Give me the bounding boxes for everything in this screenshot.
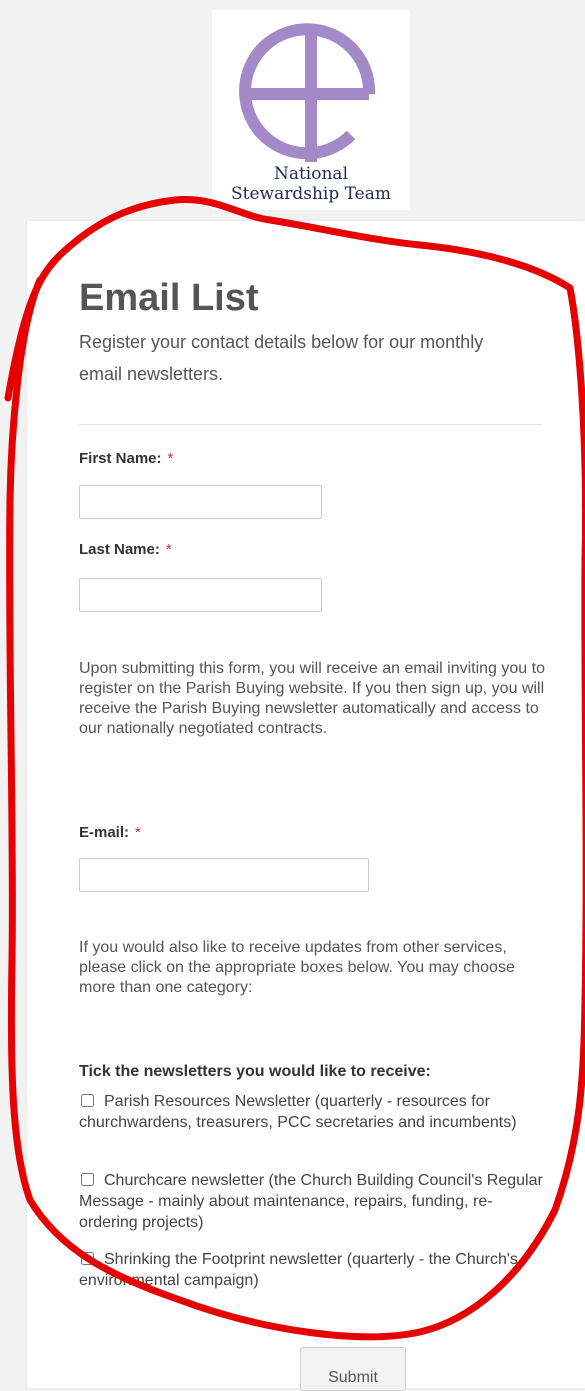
last-name-input[interactable]: [79, 578, 322, 612]
email-label: E-mail: *: [79, 824, 141, 841]
first-name-label: First Name: *: [79, 450, 173, 467]
logo-line-2: Stewardship Team: [231, 184, 391, 204]
newsletter-option-parish-resources[interactable]: Parish Resources Newsletter (quarterly -…: [79, 1091, 549, 1133]
parish-resources-checkbox[interactable]: [81, 1094, 94, 1107]
submit-button[interactable]: Submit: [300, 1347, 406, 1391]
info-text: Upon submitting this form, you will rece…: [79, 660, 545, 737]
newsletter-option-shrinking-footprint[interactable]: Shrinking the Footprint newsletter (quar…: [79, 1249, 549, 1291]
newsletter-option-label: Shrinking the Footprint newsletter (quar…: [79, 1251, 518, 1289]
newsletter-option-label: Churchcare newsletter (the Church Buildi…: [79, 1172, 543, 1231]
last-name-label: Last Name: *: [79, 541, 172, 558]
churchcare-checkbox[interactable]: [81, 1173, 94, 1186]
last-name-label-text: Last Name:: [79, 541, 160, 558]
form-subtitle: Register your contact details below for …: [79, 332, 484, 384]
shrinking-footprint-checkbox[interactable]: [81, 1252, 94, 1265]
newsletter-option-churchcare[interactable]: Churchcare newsletter (the Church Buildi…: [79, 1170, 549, 1233]
logo-line-1: National: [273, 164, 349, 184]
required-mark: *: [165, 541, 172, 558]
required-mark: *: [167, 450, 174, 467]
email-input[interactable]: [79, 858, 369, 892]
first-name-label-text: First Name:: [79, 450, 162, 467]
required-mark: *: [135, 824, 141, 841]
updates-text: If you would also like to receive update…: [79, 939, 515, 996]
newsletter-option-label: Parish Resources Newsletter (quarterly -…: [79, 1093, 517, 1131]
form-card: Email List Register your contact details…: [27, 221, 585, 1391]
form-title: Email List: [79, 277, 259, 319]
divider: [79, 424, 542, 425]
newsletter-heading: Tick the newsletters you would like to r…: [79, 1063, 431, 1080]
cross-e-logo-icon: [239, 23, 376, 162]
logo-text: National Stewardship Team: [231, 164, 391, 204]
logo: National Stewardship Team: [212, 10, 410, 210]
email-label-text: E-mail:: [79, 824, 130, 841]
first-name-input[interactable]: [79, 485, 322, 519]
